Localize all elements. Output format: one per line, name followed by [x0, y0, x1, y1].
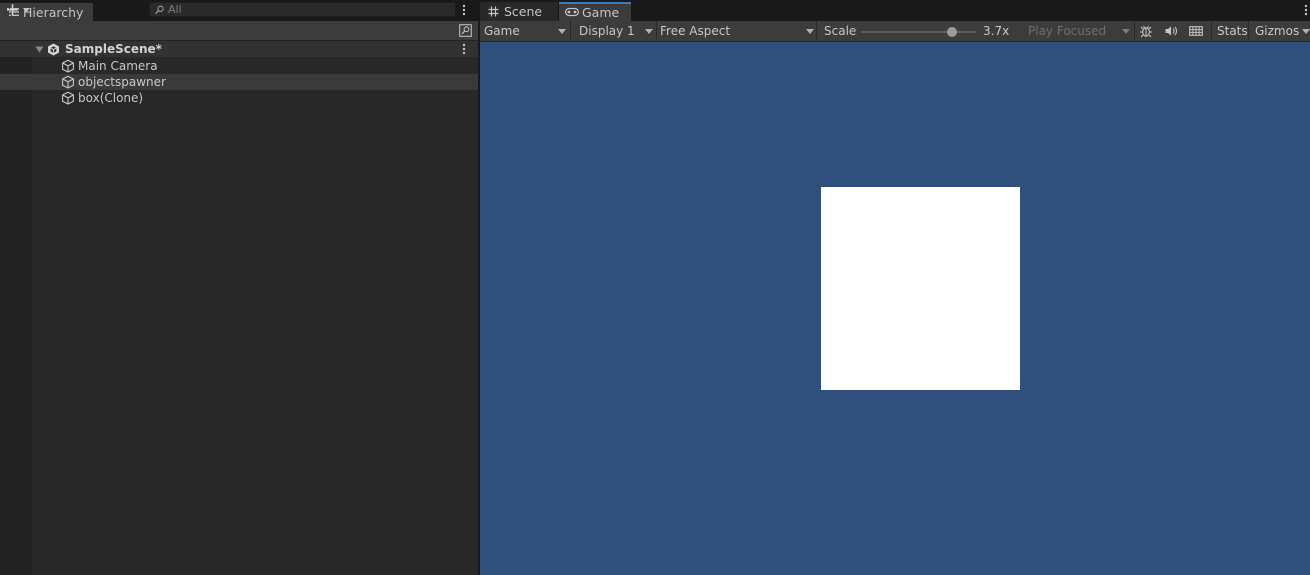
gizmos-label: Gizmos [1255, 24, 1300, 38]
gameobject-cube-icon [61, 91, 75, 105]
gizmos-dropdown[interactable]: Gizmos [1249, 21, 1310, 41]
scene-name: SampleScene* [65, 42, 162, 56]
tab-scene[interactable]: Scene [480, 2, 558, 21]
tab-game-label: Game [582, 5, 620, 20]
bug-icon[interactable] [1139, 24, 1153, 38]
chevron-down-icon [1122, 29, 1130, 34]
chevron-down-icon [558, 29, 566, 34]
scene-root-row[interactable]: SampleScene* [0, 41, 478, 57]
gameobject-cube-icon [61, 59, 75, 73]
hierarchy-toolbar [0, 21, 478, 41]
audio-speaker-icon[interactable] [1164, 24, 1178, 38]
scene-menu-icon[interactable] [462, 43, 466, 55]
stats-button[interactable]: Stats [1211, 21, 1249, 41]
hierarchy-item-label: box(Clone) [78, 91, 144, 105]
hierarchy-item-objectspawner[interactable]: objectspawner [0, 74, 478, 90]
search-input[interactable] [168, 3, 448, 16]
kebab-menu-icon[interactable] [1304, 4, 1308, 16]
foldout-arrow-icon[interactable] [35, 46, 44, 53]
hierarchy-item-main-camera[interactable]: Main Camera [0, 58, 478, 74]
tab-scene-label: Scene [504, 4, 543, 19]
tab-game[interactable]: Game [559, 2, 631, 21]
plus-icon [7, 4, 18, 16]
gamepad-icon [565, 7, 579, 17]
gameobject-cube-icon [61, 75, 75, 89]
display-dropdown[interactable]: Display 1 [575, 21, 657, 41]
chevron-down-icon [1302, 29, 1310, 34]
scale-label: Scale [824, 24, 857, 38]
grid-hash-icon [488, 6, 499, 17]
search-icon [154, 5, 165, 15]
display-label: Display 1 [579, 24, 635, 38]
view-mode-dropdown[interactable]: Game [480, 21, 571, 41]
hierarchy-item-box-clone[interactable]: box(Clone) [0, 90, 478, 106]
hierarchy-item-label: objectspawner [78, 75, 166, 89]
hierarchy-gutter [0, 41, 32, 575]
scale-slider-handle[interactable] [947, 27, 957, 37]
scale-slider-track[interactable] [861, 31, 976, 33]
play-mode-label: Play Focused [1028, 24, 1107, 38]
search-by-type-icon[interactable] [459, 24, 472, 37]
stats-label: Stats [1217, 24, 1248, 38]
hierarchy-search-field[interactable] [149, 2, 456, 17]
hierarchy-item-label: Main Camera [78, 59, 158, 73]
chevron-down-icon [806, 29, 814, 34]
aspect-label: Free Aspect [660, 24, 731, 38]
chevron-down-icon [645, 29, 653, 34]
scale-value: 3.7x [983, 24, 1010, 38]
game-toolbar: Game Display 1 Free Aspect Scale 3.7x Pl… [480, 21, 1310, 42]
keyboard-grid-icon[interactable] [1189, 24, 1203, 38]
play-mode-dropdown[interactable]: Play Focused [1023, 21, 1135, 41]
add-object-button[interactable] [4, 2, 34, 18]
game-white-box [821, 187, 1020, 390]
kebab-menu-icon[interactable] [462, 4, 466, 16]
aspect-dropdown[interactable]: Free Aspect [656, 21, 817, 41]
view-mode-label: Game [484, 24, 520, 38]
game-viewport[interactable] [480, 42, 1310, 575]
unity-scene-icon [47, 43, 60, 56]
chevron-down-icon [23, 8, 30, 12]
